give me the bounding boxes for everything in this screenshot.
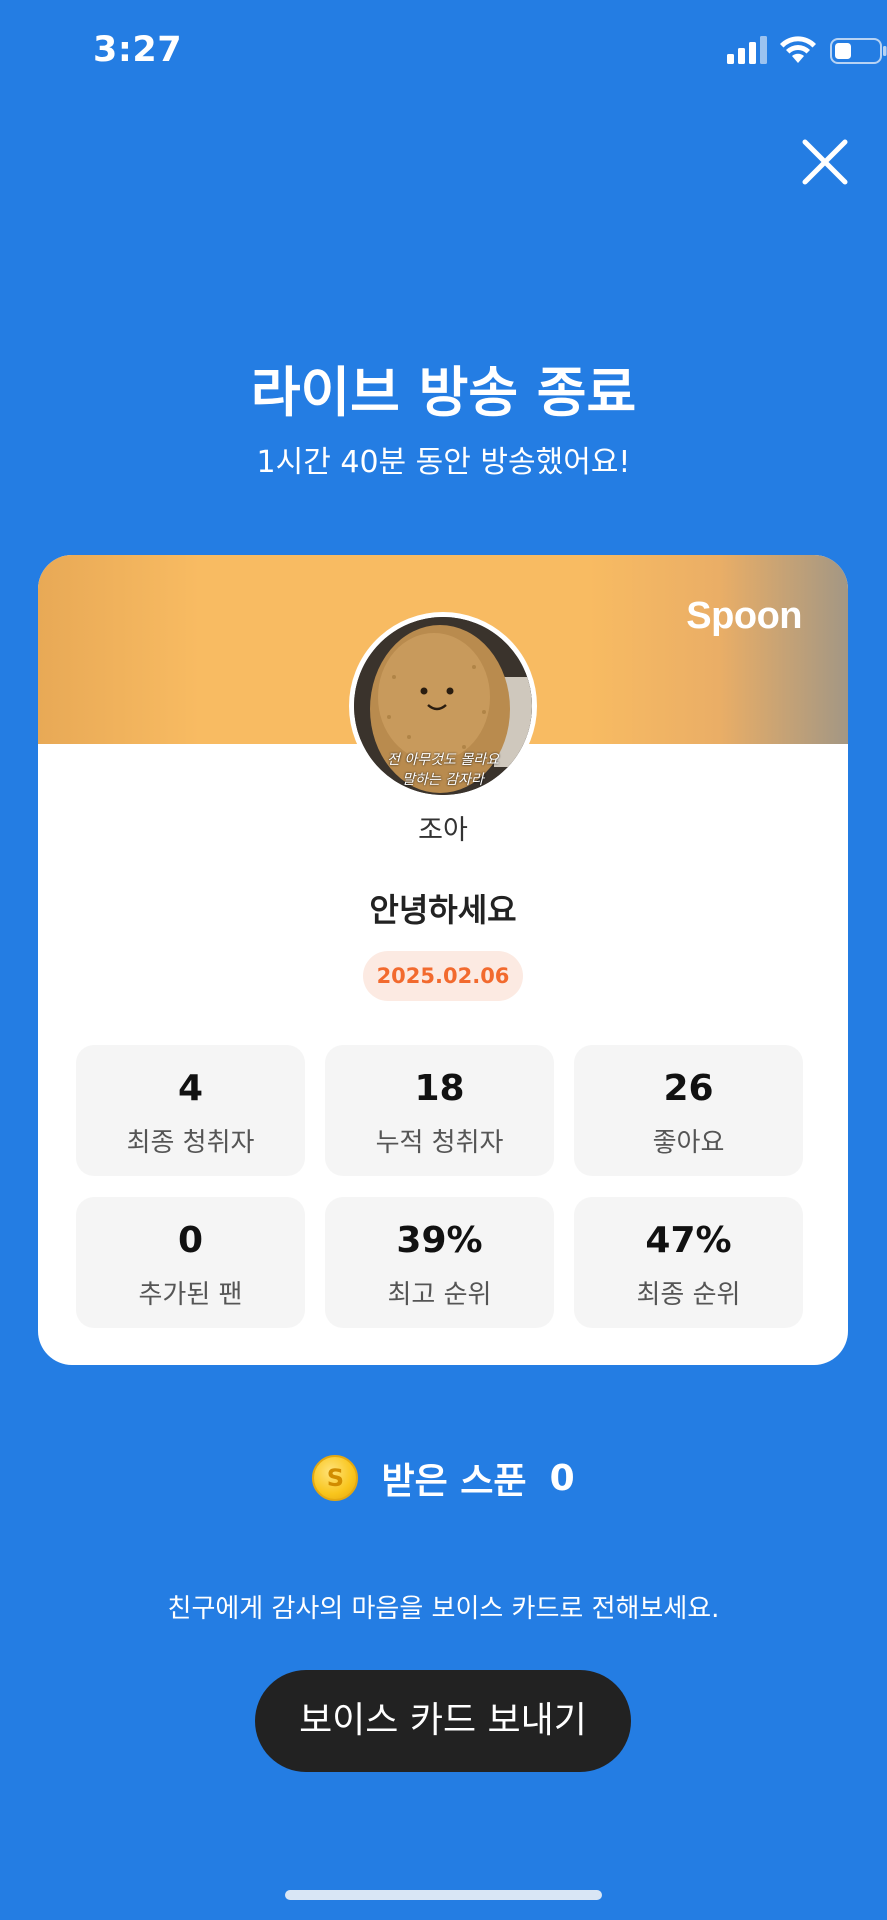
send-voice-card-button[interactable]: 보이스 카드 보내기 [255, 1670, 631, 1772]
stat-likes: 26 좋아요 [574, 1045, 803, 1176]
stat-label: 누적 청취자 [375, 1128, 504, 1158]
spoons-count: 0 [549, 1457, 575, 1499]
username: 조아 [418, 815, 468, 846]
avatar: 전 아무것도 몰라요 말하는 감자라 [349, 612, 537, 800]
avatar-caption-line1: 전 아무것도 몰라요 [387, 752, 499, 768]
cellular-signal-icon [727, 36, 767, 64]
voice-card-hint: 친구에게 감사의 마음을 보이스 카드로 전해보세요. [167, 1594, 720, 1624]
stat-new-fans: 0 추가된 팬 [76, 1197, 305, 1328]
stat-value: 39% [396, 1220, 483, 1261]
page-title: 라이브 방송 종료 [250, 361, 637, 424]
stat-value: 18 [414, 1068, 465, 1109]
broadcast-title: 안녕하세요 [369, 891, 517, 929]
stat-best-rank: 39% 최고 순위 [325, 1197, 554, 1328]
stat-total-listeners: 18 누적 청취자 [325, 1045, 554, 1176]
stat-value: 26 [663, 1068, 714, 1109]
stat-final-rank: 47% 최종 순위 [574, 1197, 803, 1328]
stat-label: 추가된 팬 [138, 1280, 243, 1310]
stat-label: 최종 청취자 [126, 1128, 255, 1158]
broadcast-duration: 1시간 40분 동안 방송했어요! [256, 445, 631, 480]
date-badge: 2025.02.06 [363, 951, 523, 1001]
avatar-caption-line2: 말하는 감자라 [402, 772, 484, 788]
close-icon [802, 139, 848, 185]
spoons-label: 받은 스푼 [381, 1461, 527, 1502]
stat-value: 0 [177, 1220, 204, 1261]
stat-label: 좋아요 [652, 1128, 725, 1158]
status-time: 3:27 [93, 30, 183, 70]
stat-value: 47% [645, 1220, 732, 1261]
stat-label: 최종 순위 [636, 1280, 741, 1310]
stat-final-listeners: 4 최종 청취자 [76, 1045, 305, 1176]
close-button[interactable] [801, 138, 849, 186]
wifi-icon [780, 36, 816, 63]
stat-value: 4 [177, 1068, 204, 1109]
spoon-coin-icon: S [312, 1455, 359, 1501]
stat-label: 최고 순위 [387, 1280, 492, 1310]
spoon-logo: Spoon [686, 595, 802, 637]
broadcast-summary-card: Spoon 전 아무것도 몰라요 말하는 감자라 조아 안녕하세요 2025.0… [38, 555, 848, 1365]
home-indicator [285, 1890, 602, 1900]
spoons-received: S 받은 스푼 0 [0, 1452, 887, 1502]
battery-icon [830, 38, 887, 64]
